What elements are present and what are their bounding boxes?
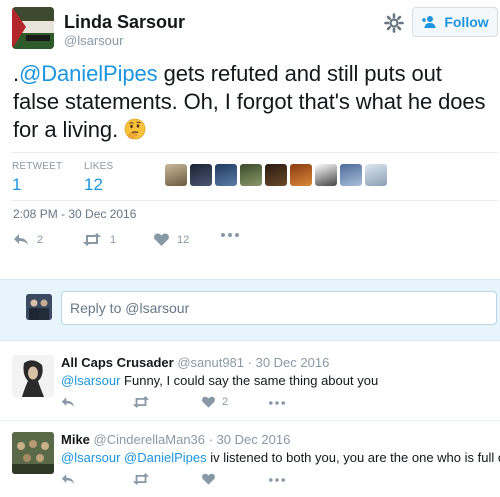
tweet-timestamp[interactable]: 2:08 PM - 30 Dec 2016 (13, 207, 136, 221)
retweet-icon (83, 233, 101, 246)
reply-button[interactable] (61, 396, 75, 408)
retweet-button[interactable] (132, 473, 150, 485)
reply-count: 2 (37, 233, 44, 246)
reply-button[interactable]: 2 (13, 233, 43, 246)
reply-icon (14, 234, 28, 245)
reply-mention-link[interactable]: @lsarsour @DanielPipes (61, 450, 207, 465)
reply-mention-link[interactable]: @lsarsour (61, 373, 120, 388)
reply-author-avatar[interactable] (12, 355, 54, 397)
likes-stat-count: 12 (84, 175, 103, 194)
more-options-icon (221, 233, 239, 237)
more-button[interactable] (269, 478, 285, 482)
thinking-face-icon (124, 118, 146, 140)
engagement-stats: RETWEET 1 LIKES 12 (12, 152, 498, 201)
tweet-mention-link[interactable]: @DanielPipes (19, 61, 158, 86)
liker-avatar[interactable] (240, 164, 262, 186)
reply-tweet: All Caps Crusader @sanut981 · 30 Dec 201… (0, 345, 500, 421)
author-handle[interactable]: @lsarsour (64, 33, 123, 48)
heart-icon (202, 396, 215, 408)
retweet-icon (132, 473, 150, 485)
reply-input[interactable]: Reply to @lsarsour (61, 291, 497, 325)
add-user-icon (422, 16, 436, 28)
liker-avatar[interactable] (290, 164, 312, 186)
reply-header: All Caps Crusader @sanut981 · 30 Dec 201… (61, 355, 329, 370)
liker-avatar[interactable] (165, 164, 187, 186)
reply-date[interactable]: · 30 Dec 2016 (248, 355, 330, 370)
more-options-icon (269, 401, 285, 405)
more-button[interactable] (269, 401, 285, 405)
reply-text-body: Funny, I could say the same thing about … (120, 373, 379, 388)
reply-composer: Reply to @lsarsour (0, 279, 500, 341)
reply-author-handle[interactable]: @CinderellaMan36 (94, 432, 205, 447)
more-button[interactable] (221, 233, 239, 237)
retweet-stat-count: 1 (12, 175, 22, 194)
viewer-avatar (26, 294, 52, 320)
reply-icon (61, 474, 75, 484)
like-button[interactable] (202, 473, 222, 485)
more-options-icon (269, 478, 285, 482)
liker-avatar[interactable] (215, 164, 237, 186)
follow-label: Follow (444, 14, 489, 30)
reply-author-name[interactable]: Mike (61, 432, 90, 447)
like-count: 2 (222, 396, 229, 408)
liker-avatar[interactable] (365, 164, 387, 186)
tweet-text: .@DanielPipes gets refuted and still put… (13, 60, 493, 144)
heart-icon (154, 233, 169, 246)
heart-icon (202, 473, 215, 485)
author-name[interactable]: Linda Sarsour (64, 12, 185, 33)
retweet-icon (132, 396, 150, 408)
likes-stat[interactable]: LIKES 12 (84, 161, 113, 195)
reply-text-body: iv listened to both you, you are the one… (206, 450, 500, 465)
reply-text: @lsarsour Funny, I could say the same th… (61, 373, 497, 388)
liker-avatar[interactable] (265, 164, 287, 186)
author-avatar[interactable] (12, 7, 54, 49)
like-count: 12 (177, 233, 190, 246)
retweet-count: 1 (110, 233, 117, 246)
follow-button[interactable]: Follow (412, 7, 498, 37)
reply-tweet: Mike @CinderellaMan36 · 30 Dec 2016 @lsa… (0, 422, 500, 497)
retweet-button[interactable] (132, 396, 150, 408)
reply-icon (61, 397, 75, 407)
reply-text: @lsarsour @DanielPipes iv listened to bo… (61, 450, 500, 465)
reply-author-handle[interactable]: @sanut981 (177, 355, 244, 370)
likes-stat-label: LIKES (84, 161, 114, 172)
gear-icon[interactable] (384, 13, 404, 33)
liker-avatar[interactable] (315, 164, 337, 186)
reply-date[interactable]: · 30 Dec 2016 (209, 432, 291, 447)
reply-header: Mike @CinderellaMan36 · 30 Dec 2016 (61, 432, 290, 447)
retweet-stat[interactable]: RETWEET 1 (12, 161, 62, 195)
like-button[interactable]: 2 (202, 396, 228, 408)
liker-avatar[interactable] (190, 164, 212, 186)
reply-author-avatar[interactable] (12, 432, 54, 474)
retweet-stat-label: RETWEET (12, 161, 63, 172)
reply-author-name[interactable]: All Caps Crusader (61, 355, 174, 370)
liker-avatar[interactable] (340, 164, 362, 186)
like-button[interactable]: 12 (154, 233, 189, 246)
reply-button[interactable] (61, 473, 75, 485)
retweet-button[interactable]: 1 (82, 233, 116, 246)
main-tweet: Linda Sarsour @lsarsour Follow .@DanielP… (0, 0, 500, 278)
